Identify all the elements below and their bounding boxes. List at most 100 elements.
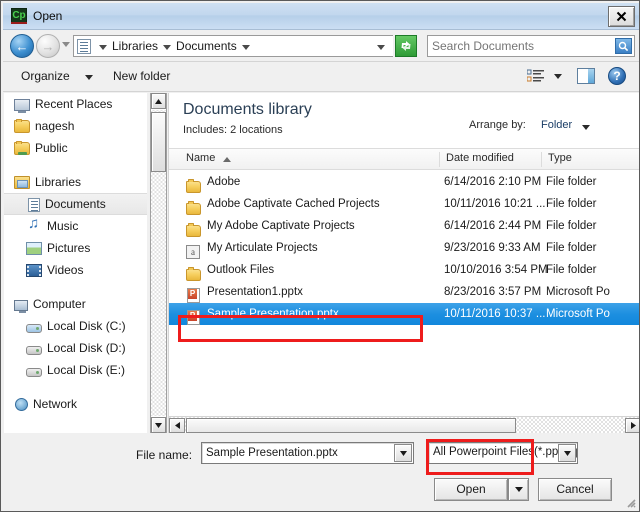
forward-button[interactable]: → [36,34,60,58]
column-divider[interactable] [439,152,440,167]
triangle-right-icon [630,422,636,429]
hscroll-left-button[interactable] [169,418,185,433]
powerpoint-icon [187,288,200,303]
chevron-down-icon[interactable] [163,44,172,50]
library-includes: Includes: 2 locations [183,124,283,136]
sidebar-item-nagesh[interactable]: nagesh [4,115,147,137]
table-row[interactable]: Adobe Captivate Cached Projects 10/11/201… [169,193,639,215]
file-name-dropdown-button[interactable] [394,444,412,462]
view-mode-button[interactable] [526,69,544,84]
hscroll-right-button[interactable] [625,418,639,433]
column-header-date-modified[interactable]: Date modified [446,152,514,164]
breadcrumb-item-libraries[interactable]: Libraries [112,39,158,53]
sidebar-item-local-disk-e[interactable]: Local Disk (E:) [4,359,147,381]
breadcrumb-item-documents[interactable]: Documents [176,39,237,53]
cancel-button[interactable]: Cancel [538,478,612,501]
table-row[interactable]: Adobe 6/14/2016 2:10 PM File folder [169,171,639,193]
column-header-row: Name Date modified Type [169,148,639,170]
sidebar-item-music[interactable]: Music [4,215,147,237]
sidebar-item-videos[interactable]: Videos [4,259,147,281]
arrange-by-value[interactable]: Folder [541,119,572,131]
sidebar-item-label: Videos [47,263,84,277]
file-date-cell: 6/14/2016 2:44 PM [444,220,542,232]
sidebar-item-libraries[interactable]: Libraries [4,171,147,193]
table-row[interactable]: My Adobe Captivate Projects 6/14/2016 2:4… [169,215,639,237]
refresh-icon [401,41,411,51]
sidebar-item-pictures[interactable]: Pictures [4,237,147,259]
back-button[interactable]: ← [10,34,34,58]
folder-icon [186,266,201,281]
file-type-cell: Microsoft Po [546,308,610,320]
file-name-cell: My Adobe Captivate Projects [207,220,355,232]
sidebar-item-public[interactable]: Public [4,137,147,159]
breadcrumb-overflow-icon[interactable] [377,45,385,50]
search-button[interactable] [615,38,632,54]
view-mode-chevron-down-icon[interactable] [554,74,562,79]
chevron-down-icon [514,487,523,492]
sidebar-item-local-disk-c[interactable]: Local Disk (C:) [4,315,147,337]
sidebar-item-recent-places[interactable]: Recent Places [4,93,147,115]
pictures-icon [26,242,42,255]
table-row[interactable]: Outlook Files 10/10/2016 3:54 PM File fold… [169,259,639,281]
table-row[interactable]: Sample Presentation.pptx 10/11/2016 10:37… [169,303,639,325]
organize-button[interactable]: Organize [21,68,70,84]
file-date-cell: 8/23/2016 3:57 PM [444,286,542,298]
file-list-horizontal-scrollbar[interactable] [169,416,639,433]
table-row[interactable]: a My Articulate Projects 9/23/2016 9:33 AM… [169,237,639,259]
search-input[interactable] [432,38,602,54]
open-button[interactable]: Open [434,478,508,501]
sidebar-scrollbar[interactable] [150,93,167,433]
new-folder-button[interactable]: New folder [113,68,170,84]
sidebar-item-label: Network [33,397,78,411]
sidebar-item-label: Public [35,141,68,155]
sidebar-item-computer[interactable]: Computer [4,293,147,315]
hscroll-thumb[interactable] [186,418,516,433]
refresh-button[interactable] [395,35,417,57]
history-dropdown-icon[interactable] [62,42,70,47]
resize-grip-icon[interactable] [623,495,636,508]
open-dropdown-button[interactable] [508,478,529,501]
sidebar-scroll-thumb[interactable] [151,112,166,172]
sidebar-item-label: Documents [45,197,106,211]
table-row[interactable]: Presentation1.pptx 8/23/2016 3:57 PM Micro… [169,281,639,303]
chevron-down-icon[interactable] [99,44,107,50]
sidebar-item-label: Local Disk (D:) [47,341,126,355]
chevron-down-icon[interactable] [241,44,250,50]
sidebar-item-local-disk-d[interactable]: Local Disk (D:) [4,337,147,359]
file-name-cell: Sample Presentation.pptx [207,308,339,320]
file-type-dropdown-button[interactable] [558,444,576,462]
file-name-input[interactable] [206,446,381,460]
sidebar-scroll-up-button[interactable] [151,93,166,109]
column-header-type[interactable]: Type [548,152,572,164]
sidebar-item-documents[interactable]: Documents [4,193,147,215]
column-header-name[interactable]: Name [186,152,215,164]
chevron-down-icon [399,450,407,456]
help-icon[interactable]: ? [608,67,626,85]
file-type-filter-combo[interactable]: All Powerpoint Files(*.ppt, *.pps [428,442,578,464]
triangle-down-icon [155,422,162,428]
breadcrumb[interactable]: Libraries Documents [73,35,393,57]
close-button[interactable] [608,6,635,27]
sidebar-scroll-down-button[interactable] [151,417,166,433]
file-name-cell: Presentation1.pptx [207,286,303,298]
preview-pane-icon[interactable] [577,68,595,84]
powerpoint-icon [187,310,200,325]
file-type-cell: Microsoft Po [546,286,610,298]
title-bar: Cp Open [3,3,639,30]
sidebar-item-label: Recent Places [35,97,113,111]
folder-icon [186,200,201,215]
file-name-combo[interactable] [201,442,414,464]
public-folder-icon [14,141,30,155]
organize-chevron-down-icon[interactable] [85,75,93,80]
folder-icon [14,119,30,133]
sidebar-item-network[interactable]: Network [4,393,147,415]
articulate-folder-icon: a [186,244,200,259]
file-name-cell: My Articulate Projects [207,242,318,254]
search-box[interactable] [427,35,635,57]
back-arrow-icon: ← [15,38,29,54]
videos-icon [26,264,42,277]
column-divider[interactable] [541,152,542,167]
arrange-chevron-down-icon[interactable] [582,125,590,130]
